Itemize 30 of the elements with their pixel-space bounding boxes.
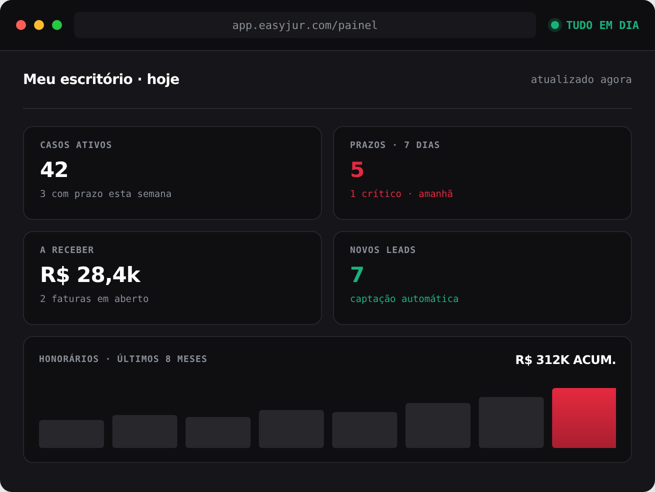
- status-dot-icon: [548, 18, 562, 32]
- chart-bar: [258, 410, 324, 448]
- chart-bar: [478, 397, 544, 448]
- chart-bar: [39, 420, 104, 448]
- stat-value: 42: [40, 157, 70, 183]
- stat-value: R$ 28,4k: [40, 262, 142, 288]
- chart-total: R$ 312K ACUM.: [515, 353, 616, 367]
- highlighted-bar: [552, 388, 616, 448]
- status-label: TUDO EM DIA: [566, 18, 639, 32]
- chart-bar: [112, 415, 178, 448]
- stat-label: CASOS ATIVOS: [40, 141, 114, 151]
- chart-label: HONORÁRIOS · ÚLTIMOS 8 MESES: [39, 355, 208, 365]
- stat-value: 5: [350, 157, 366, 183]
- stat-value: 7: [350, 262, 366, 288]
- updated-label: atualizado agora: [530, 74, 632, 86]
- close-icon[interactable]: [16, 20, 26, 30]
- chart-bar: [186, 417, 251, 448]
- stat-label: A RECEBER: [40, 246, 96, 256]
- stat-note: captação automática: [350, 294, 460, 305]
- stat-label: PRAZOS · 7 DIAS: [350, 141, 442, 151]
- stat-label: NOVOS LEADS: [350, 246, 418, 256]
- page-title: Meu escritório · hoje: [23, 72, 180, 88]
- stat-note: 2 faturas em aberto: [40, 294, 150, 305]
- minimize-icon[interactable]: [34, 20, 44, 30]
- stat-note: 3 com prazo esta semana: [40, 189, 173, 200]
- address-bar[interactable]: app.easyjur.com/painel: [74, 12, 536, 38]
- chart-bar: [332, 412, 398, 448]
- chart-bar: [406, 403, 470, 448]
- maximize-icon[interactable]: [52, 20, 62, 30]
- stat-note: 1 crítico · amanhã: [350, 189, 454, 200]
